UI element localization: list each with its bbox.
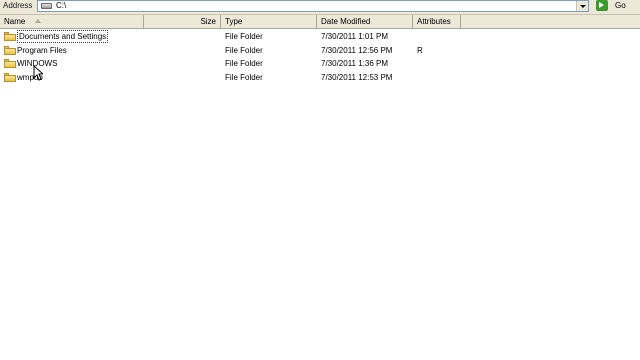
go-label: Go	[615, 1, 626, 10]
file-type: File Folder	[225, 32, 263, 41]
column-header-attributes-label: Attributes	[417, 17, 451, 26]
address-dropdown-button[interactable]	[576, 1, 588, 11]
address-bar: Address C:\ Go	[0, 0, 640, 15]
column-header-name-label: Name	[4, 17, 26, 26]
green-arrow-icon	[596, 0, 608, 11]
column-header-bar: Name Size Type Date Modified Attributes	[0, 15, 640, 29]
chevron-down-icon	[580, 5, 586, 8]
folder-icon	[4, 32, 16, 41]
column-header-type-label: Type	[225, 17, 243, 26]
address-label: Address	[3, 1, 33, 10]
list-item[interactable]: Program Files File Folder 7/30/2011 12:5…	[0, 44, 640, 58]
file-date: 7/30/2011 12:56 PM	[321, 45, 393, 55]
drive-icon	[41, 3, 52, 9]
list-item[interactable]: wmpub File Folder 7/30/2011 12:53 PM	[0, 71, 640, 85]
address-path: C:\	[56, 1, 67, 10]
file-type: File Folder	[225, 72, 263, 82]
file-attributes: R	[417, 45, 423, 55]
file-list: Documents and Settings File Folder 7/30/…	[0, 30, 640, 84]
list-item[interactable]: Documents and Settings File Folder 7/30/…	[0, 30, 640, 44]
column-header-type[interactable]: Type	[221, 15, 317, 28]
sort-ascending-icon	[35, 19, 42, 23]
folder-icon	[4, 45, 16, 55]
file-type: File Folder	[225, 45, 263, 55]
file-date: 7/30/2011 1:36 PM	[321, 59, 389, 68]
folder-icon	[4, 72, 16, 82]
file-name[interactable]: Program Files	[17, 44, 67, 57]
file-name[interactable]: Documents and Settings	[17, 30, 109, 43]
column-header-attributes[interactable]: Attributes	[413, 15, 461, 28]
column-header-date-label: Date Modified	[321, 17, 371, 26]
folder-icon	[4, 59, 16, 68]
file-type: File Folder	[225, 59, 263, 68]
mouse-cursor-icon	[33, 65, 43, 81]
column-header-size[interactable]: Size	[144, 15, 221, 28]
address-input[interactable]: C:\	[37, 0, 589, 12]
column-header-date-modified[interactable]: Date Modified	[317, 15, 413, 28]
column-header-name[interactable]: Name	[0, 15, 144, 28]
file-date: 7/30/2011 12:53 PM	[321, 72, 393, 82]
go-button[interactable]: Go	[595, 0, 639, 12]
column-header-size-label: Size	[200, 17, 216, 26]
file-date: 7/30/2011 1:01 PM	[321, 32, 389, 41]
list-item[interactable]: WINDOWS File Folder 7/30/2011 1:36 PM	[0, 57, 640, 71]
